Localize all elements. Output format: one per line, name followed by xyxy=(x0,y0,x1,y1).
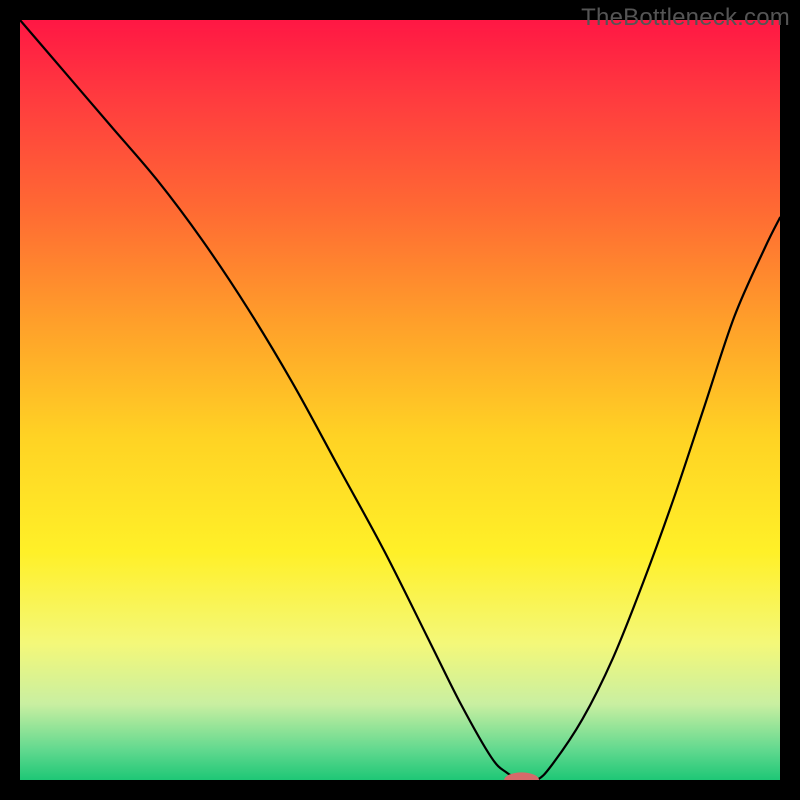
chart-svg xyxy=(20,20,780,780)
gradient-background xyxy=(20,20,780,780)
watermark-text: TheBottleneck.com xyxy=(581,4,790,32)
chart-frame: TheBottleneck.com xyxy=(0,0,800,800)
plot-area xyxy=(20,20,780,780)
